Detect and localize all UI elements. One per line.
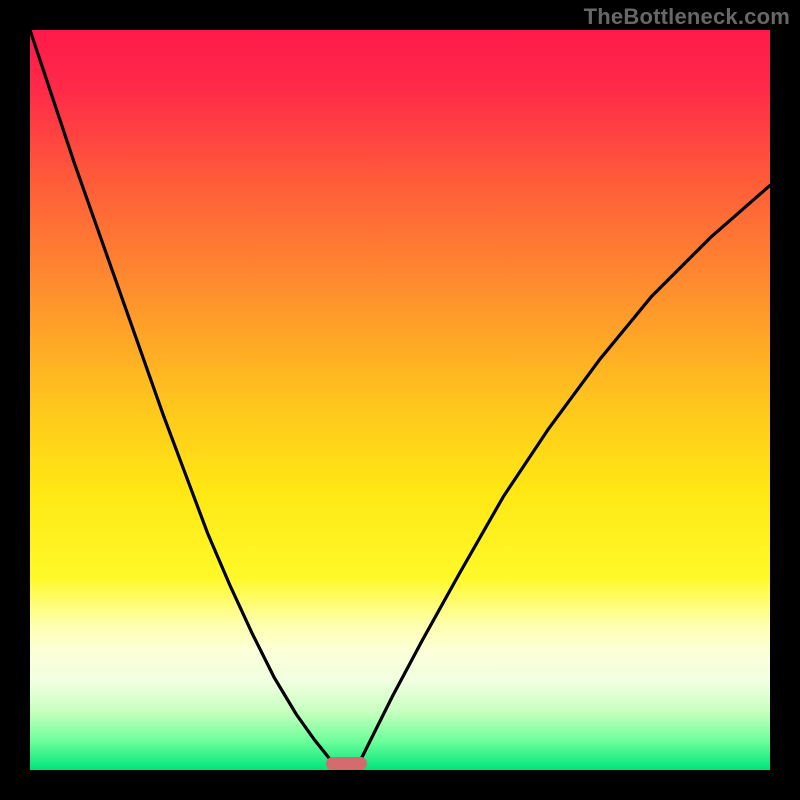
curve [30, 30, 770, 770]
chart-container: TheBottleneck.com [0, 0, 800, 800]
minimum-marker [326, 757, 367, 770]
watermark-text: TheBottleneck.com [584, 4, 790, 30]
plot-area [30, 30, 770, 770]
